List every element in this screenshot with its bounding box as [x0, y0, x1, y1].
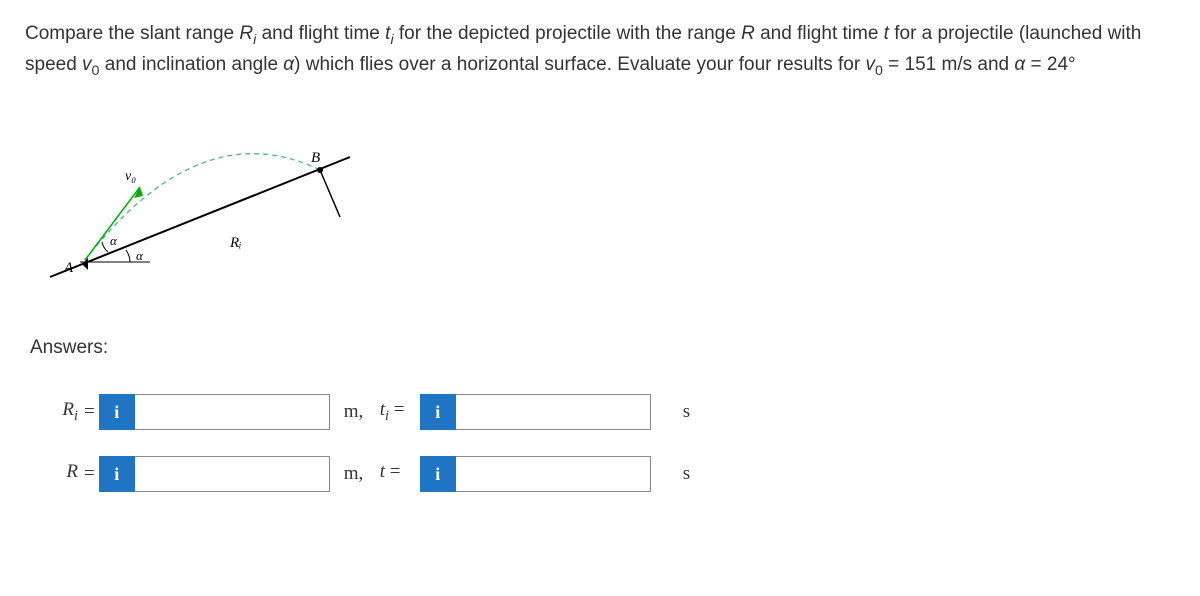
input-ri[interactable]	[135, 394, 330, 430]
equals: =	[84, 463, 95, 485]
label-ti: ti =	[380, 399, 420, 425]
input-ti[interactable]	[456, 394, 651, 430]
label-v0: v₀	[125, 169, 136, 184]
info-icon[interactable]: i	[99, 456, 135, 492]
input-r[interactable]	[135, 456, 330, 492]
label-alpha2: α	[136, 248, 144, 263]
info-icon[interactable]: i	[420, 456, 456, 492]
input-group-t: i	[420, 456, 651, 492]
input-group-ti: i	[420, 394, 651, 430]
label-r: R	[30, 461, 82, 487]
unit-m: m,	[344, 463, 374, 485]
label-alpha1: α	[110, 233, 118, 248]
label-t: t =	[380, 461, 420, 487]
unit-m: m,	[344, 401, 374, 423]
answer-rows: Ri = i m, ti = i s R = i m, t = i s	[30, 394, 1175, 492]
equals: =	[84, 401, 95, 423]
info-icon[interactable]: i	[99, 394, 135, 430]
figure: A B v₀ α α Rᵢ	[30, 102, 1175, 307]
label-B: B	[311, 150, 320, 166]
answer-row-ri: Ri = i m, ti = i s	[30, 394, 1175, 430]
answer-row-r: R = i m, t = i s	[30, 456, 1175, 492]
input-group-r: i	[99, 456, 330, 492]
question-text: Compare the slant range Ri and flight ti…	[25, 20, 1175, 82]
input-t[interactable]	[456, 456, 651, 492]
answers-heading: Answers:	[30, 337, 1175, 359]
label-A: A	[63, 260, 74, 276]
info-icon[interactable]: i	[420, 394, 456, 430]
unit-s: s	[683, 463, 713, 485]
unit-s: s	[683, 401, 713, 423]
input-group-ri: i	[99, 394, 330, 430]
label-ri: Ri	[30, 399, 82, 425]
label-Ri: Rᵢ	[229, 235, 242, 251]
